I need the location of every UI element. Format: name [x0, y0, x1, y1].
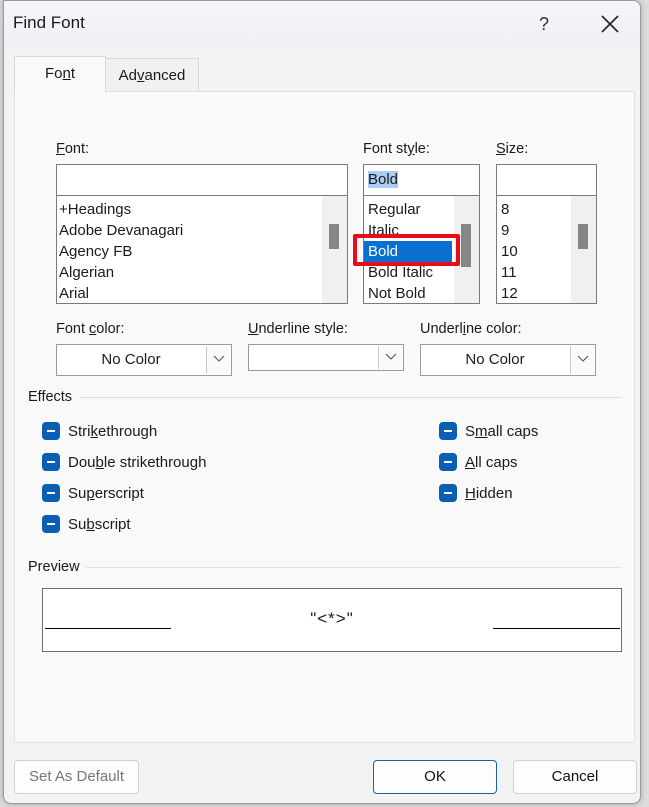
chevron-down-icon — [577, 355, 589, 362]
tab-label-part: t — [70, 65, 76, 82]
dialog-title: Find Font — [13, 13, 85, 32]
dropdown-button[interactable] — [570, 346, 594, 374]
tab-label-part: Fo — [44, 65, 63, 82]
annotation-highlight-box — [353, 234, 460, 266]
close-icon — [601, 15, 619, 33]
font-label-text: ont: — [64, 141, 90, 157]
checkbox-label: Subscript — [68, 515, 131, 533]
checkbox-label: All caps — [465, 453, 518, 471]
scroll-thumb[interactable] — [578, 224, 588, 249]
indeterminate-checkbox-icon — [42, 422, 60, 440]
checkbox-label: Strikethrough — [68, 422, 158, 440]
set-as-default-button[interactable]: Set As Default — [14, 760, 139, 794]
strikethrough-checkbox[interactable]: Strikethrough — [42, 420, 157, 442]
label-text: Underl — [420, 321, 463, 337]
tab-label-accel: n — [62, 65, 71, 82]
preview-box: "<*>" — [42, 588, 622, 652]
label-text: nderline style: — [258, 321, 348, 337]
label-text: olor: — [96, 321, 125, 337]
scroll-thumb[interactable] — [329, 224, 339, 249]
effects-divider — [80, 397, 622, 398]
chevron-down-icon — [213, 355, 225, 362]
font-style-label-accel: y — [407, 141, 415, 157]
font-label-accel: F — [56, 141, 65, 157]
indeterminate-checkbox-icon — [42, 515, 60, 533]
font-list-item[interactable]: Adobe Devanagari — [57, 220, 347, 241]
size-label-accel: S — [496, 141, 506, 157]
label-accel: U — [248, 321, 259, 337]
find-font-dialog: Find Font ? Advanced Font Font: +Heading… — [3, 0, 641, 804]
size-list[interactable]: 8 9 10 11 12 — [496, 196, 597, 304]
help-button[interactable]: ? — [524, 9, 564, 39]
indeterminate-checkbox-icon — [42, 484, 60, 502]
size-input[interactable] — [496, 164, 597, 196]
size-label-text: ize: — [505, 141, 529, 157]
effects-heading: Effects — [28, 389, 73, 405]
font-list-item[interactable]: Agency FB — [57, 241, 347, 262]
indeterminate-checkbox-icon — [42, 453, 60, 471]
indeterminate-checkbox-icon — [439, 484, 457, 502]
preview-sample-text: "<*>" — [310, 609, 354, 628]
tab-label-part: anced — [144, 67, 186, 84]
font-input[interactable] — [56, 164, 348, 196]
font-list-item[interactable]: +Headings — [57, 199, 347, 220]
all-caps-checkbox[interactable]: All caps — [439, 451, 518, 473]
scroll-thumb[interactable] — [461, 224, 471, 267]
double-strikethrough-checkbox[interactable]: Double strikethrough — [42, 451, 206, 473]
font-list-item[interactable]: Arial — [57, 283, 347, 303]
font-style-label-text: le: — [414, 141, 430, 157]
preview-baseline-right — [493, 628, 620, 629]
font-style-label: Font style: — [363, 141, 430, 157]
small-caps-checkbox[interactable]: Small caps — [439, 420, 538, 442]
tab-label-part: Ad — [118, 67, 137, 84]
dropdown-button[interactable] — [378, 346, 402, 369]
checkbox-label: Double strikethrough — [68, 453, 207, 471]
subscript-checkbox[interactable]: Subscript — [42, 513, 131, 535]
underline-style-label: Underline style: — [248, 321, 348, 337]
indeterminate-checkbox-icon — [439, 453, 457, 471]
ok-button[interactable]: OK — [373, 760, 497, 794]
superscript-checkbox[interactable]: Superscript — [42, 482, 144, 504]
font-style-label-text: Font st — [363, 141, 408, 157]
checkbox-label: Hidden — [465, 484, 513, 502]
preview-divider — [86, 567, 622, 568]
underline-color-label: Underline color: — [420, 321, 522, 337]
hidden-checkbox[interactable]: Hidden — [439, 482, 513, 504]
font-style-input-value: Bold — [368, 171, 399, 188]
size-label: Size: — [496, 141, 528, 157]
checkbox-label: Superscript — [68, 484, 144, 502]
font-list-item[interactable]: Algerian — [57, 262, 347, 283]
close-button[interactable] — [587, 7, 633, 41]
tab-font[interactable]: Font — [14, 56, 106, 92]
tab-advanced[interactable]: Advanced — [105, 58, 199, 92]
label-text: Font — [56, 321, 90, 337]
font-list-scrollbar[interactable] — [322, 196, 347, 303]
underline-color-value: No Color — [465, 351, 525, 368]
checkbox-label: Small caps — [465, 422, 539, 440]
font-list[interactable]: +Headings Adobe Devanagari Agency FB Alg… — [56, 196, 348, 304]
font-style-input[interactable]: Bold — [363, 164, 480, 196]
indeterminate-checkbox-icon — [439, 422, 457, 440]
cancel-button[interactable]: Cancel — [513, 760, 637, 794]
label-text: ne color: — [465, 321, 522, 337]
font-color-label: Font color: — [56, 321, 125, 337]
preview-heading: Preview — [28, 559, 80, 575]
underline-color-dropdown[interactable]: No Color — [420, 344, 596, 376]
underline-style-dropdown[interactable] — [248, 344, 404, 371]
title-bar: Find Font ? — [4, 1, 640, 47]
font-label: Font: — [56, 141, 89, 157]
dropdown-button[interactable] — [206, 346, 230, 374]
font-color-value: No Color — [101, 351, 161, 368]
size-list-scrollbar[interactable] — [571, 196, 596, 303]
chevron-down-icon — [385, 353, 397, 360]
font-color-dropdown[interactable]: No Color — [56, 344, 232, 376]
